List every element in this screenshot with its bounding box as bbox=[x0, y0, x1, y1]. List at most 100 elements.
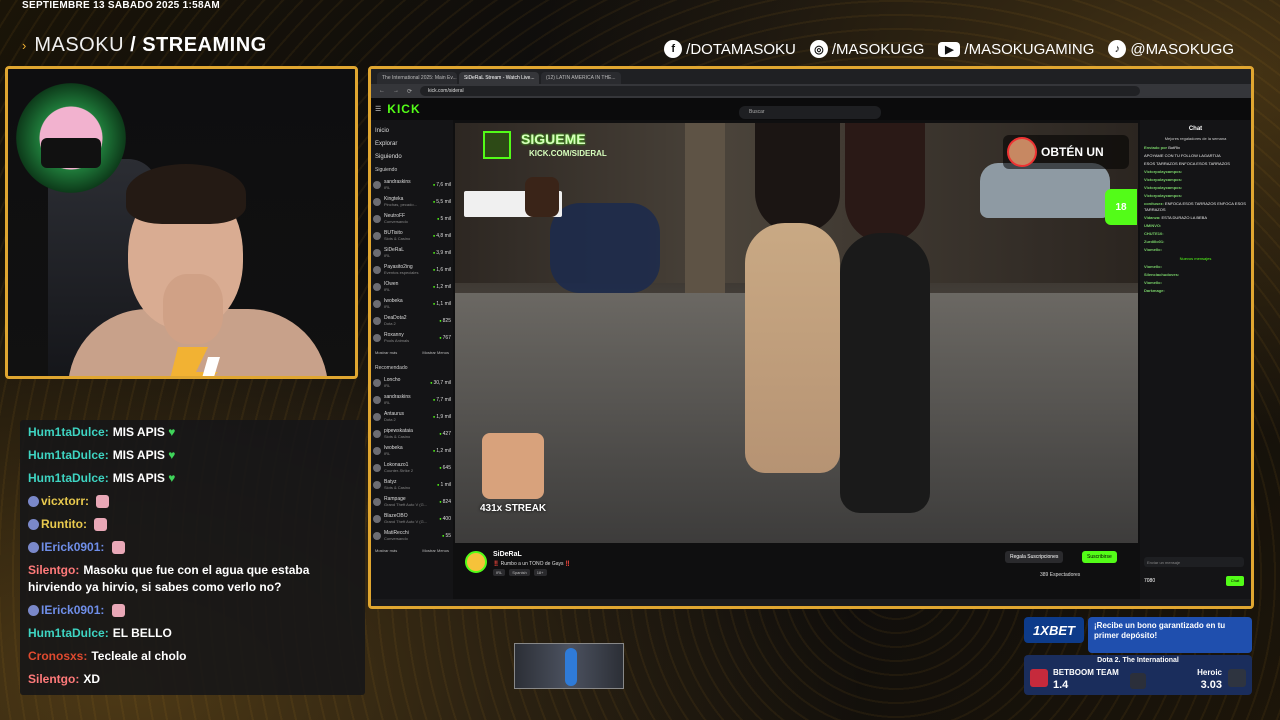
back-icon[interactable]: ← bbox=[379, 88, 385, 94]
obten-text: OBTÉN UN bbox=[1041, 145, 1104, 159]
sidebar-channel[interactable]: BUTisitoSlots & Casino4,8 mil bbox=[373, 227, 451, 244]
chat-send-button[interactable]: Chat bbox=[1226, 576, 1244, 586]
video-player[interactable]: SIGUEME KICK.COM/SIDERAL OBTÉN UN 18 431… bbox=[455, 123, 1138, 543]
address-bar[interactable]: kick.com/sideral bbox=[420, 86, 1141, 96]
bet-promo-text: ¡Recibe un bono garantizado en tu primer… bbox=[1088, 617, 1252, 653]
kick-chat-user[interactable]: Victorpolaycampos: bbox=[1144, 185, 1182, 190]
facebook-icon: f bbox=[664, 40, 683, 58]
sidebar-channel[interactable]: BatyzSlots & Casino1 mil bbox=[373, 476, 451, 493]
promo-figure bbox=[525, 177, 559, 217]
chat-username: Hum1taDulce: bbox=[28, 471, 109, 485]
team-b-name: Heroic bbox=[1197, 668, 1222, 677]
channel-avatar bbox=[373, 282, 381, 291]
viewer-count: 389 Espectadores bbox=[1040, 572, 1081, 578]
show-less-button[interactable]: Mostrar Menos bbox=[422, 350, 449, 355]
user-badge-icon bbox=[28, 519, 39, 531]
sidebar-channel[interactable]: pipewskataiaSlots & Casino427 bbox=[373, 425, 451, 442]
menu-icon[interactable]: ☰ bbox=[375, 105, 381, 113]
streamer-avatar[interactable] bbox=[465, 551, 487, 573]
new-messages-divider: Nuevos mensajes bbox=[1179, 256, 1212, 261]
chat-emote-icon bbox=[111, 541, 125, 555]
sidebar-channel[interactable]: RampageGrand Theft Auto V (G...824 bbox=[373, 493, 451, 510]
kick-chat-user[interactable]: CHUTE10: bbox=[1144, 231, 1164, 236]
chat-username: vicxtorr: bbox=[41, 494, 90, 508]
browser-tab-3[interactable]: (12) LATIN AMERICA IN THE... bbox=[541, 72, 621, 84]
kick-chat-line: conitusez: ENFOCA ESOS TARRAZOS ENFOCA E… bbox=[1144, 201, 1247, 213]
chat-username: Cronosxs: bbox=[28, 649, 88, 663]
kick-chat-user[interactable]: Darkmage: bbox=[1144, 288, 1165, 293]
tag-18[interactable]: 18+ bbox=[533, 569, 547, 576]
gift-subs-button[interactable]: Regala Suscripciones bbox=[1005, 551, 1064, 563]
channel-name-block: SiDeRaL IRL bbox=[384, 247, 431, 258]
channel-category: Conversando bbox=[384, 536, 408, 541]
recommended-show-less-button[interactable]: Mostrar Menos bbox=[422, 548, 449, 553]
kick-chat-user[interactable]: Silenciachudoves: bbox=[1144, 272, 1179, 277]
tag-spanish[interactable]: Spanish bbox=[509, 569, 530, 576]
streamer-name[interactable]: SiDeRaL bbox=[493, 551, 522, 558]
sidebar-channel[interactable]: RoxannyPools Animals767 bbox=[373, 329, 451, 346]
sidebar-channel[interactable]: SiDeRaLIRL3,9 mil bbox=[373, 244, 451, 261]
channel-avatar bbox=[373, 333, 381, 342]
sidebar-channel[interactable]: IwobekaIRL1,1 mil bbox=[373, 295, 451, 312]
kick-chat-user[interactable]: UMINVO: bbox=[1144, 223, 1161, 228]
stream-info-bar: SiDeRaL ‼️ Rumbo a un TONO de Gays ‼️ IR… bbox=[455, 545, 1138, 585]
kick-chat-user[interactable]: Viomello: bbox=[1144, 264, 1162, 269]
chat-username: Hum1taDulce: bbox=[28, 425, 109, 439]
chat-message: Hum1taDulce: MIS APIS ♥ bbox=[28, 424, 357, 441]
subscribe-button[interactable]: Suscribirse bbox=[1082, 551, 1117, 563]
channel-points[interactable]: 7080 bbox=[1144, 578, 1155, 584]
browser-tab-1[interactable]: The International 2025: Main Ev... bbox=[377, 72, 457, 84]
streamer-hair bbox=[126, 164, 246, 224]
sidebar-channel[interactable]: KingtekaPinchas, pecado...5,5 mil bbox=[373, 193, 451, 210]
sidebar-channel[interactable]: IOwenIRL1,2 mil bbox=[373, 278, 451, 295]
kick-chat-user[interactable]: Zurdillo01: bbox=[1144, 239, 1164, 244]
kick-chat-user[interactable]: Victorpolaycampos: bbox=[1144, 169, 1182, 174]
sidebar-channel[interactable]: MatiRecchiConversando55 bbox=[373, 527, 451, 544]
kick-chat-line: Victorpolaycampos: bbox=[1144, 193, 1247, 199]
channel-viewers: 1 mil bbox=[437, 482, 451, 488]
reload-icon[interactable]: ⟳ bbox=[407, 88, 412, 95]
channel-name-block: pipewskataia Slots & Casino bbox=[384, 428, 437, 439]
sidebar-channel[interactable]: sandraskinsIRL7,6 mil bbox=[373, 176, 451, 193]
show-more-button[interactable]: Mostrar más bbox=[375, 350, 397, 355]
kick-chat-user[interactable]: conitusez: bbox=[1144, 201, 1164, 206]
kick-logo[interactable]: KICK bbox=[387, 102, 420, 116]
sidebar-item-siguiendo[interactable]: Siguiendo bbox=[375, 154, 451, 160]
chat-emote-icon bbox=[94, 518, 108, 532]
kick-chat-user[interactable]: Viomello: bbox=[1144, 247, 1162, 252]
sidebar-channel[interactable]: Lokonazo1Counter-Strike 2645 bbox=[373, 459, 451, 476]
kick-chat-user[interactable]: Viomello: bbox=[1144, 280, 1162, 285]
channel-category: IRL bbox=[384, 287, 391, 292]
sidebar-item-explorar[interactable]: Explorar bbox=[375, 141, 451, 147]
tag-irl[interactable]: IRL bbox=[493, 569, 506, 576]
kick-chat-user[interactable]: Vidanza: bbox=[1144, 215, 1160, 220]
chat-text: Tecleale al cholo bbox=[91, 649, 187, 663]
kick-chat-msg: BotRix bbox=[1168, 145, 1181, 150]
sidebar-channel[interactable]: AntaurusDota 21,9 mil bbox=[373, 408, 451, 425]
sidebar-channel[interactable]: IwobekaIRL1,2 mil bbox=[373, 442, 451, 459]
sidebar-channel[interactable]: DeaDota2Dota 2825 bbox=[373, 312, 451, 329]
stream-overlay: SEPTIEMBRE 13 SABADO 2025 1:58AM › MASOK… bbox=[0, 0, 1280, 720]
sidebar-channel[interactable]: NeutroFFConversando5 mil bbox=[373, 210, 451, 227]
kick-chat-input[interactable]: Enviar un mensaje bbox=[1144, 557, 1244, 567]
channel-name-block: sandraskins IRL bbox=[384, 394, 431, 405]
sidebar-channel[interactable]: Payasito2ingEventos especiales1,6 mil bbox=[373, 261, 451, 278]
kick-chat-user[interactable]: Victorpolaycampos: bbox=[1144, 177, 1182, 182]
kick-chat-line: CHUTE10: bbox=[1144, 231, 1247, 237]
channel-avatar bbox=[373, 497, 381, 506]
channel-viewers: 30,7 mil bbox=[430, 380, 451, 386]
forward-icon[interactable]: → bbox=[393, 88, 399, 94]
kick-chat-user[interactable]: Victorpolaycampos: bbox=[1144, 193, 1182, 198]
follow-overlay-text: SIGUEME bbox=[521, 131, 586, 147]
browser-tab-2[interactable]: SiDeRaL Stream - Watch Live... bbox=[459, 72, 539, 84]
kick-chat-user[interactable]: Enviado por bbox=[1144, 145, 1167, 150]
channel-name-block: Loncho IRL bbox=[384, 377, 428, 388]
kick-search-input[interactable]: Buscar bbox=[739, 106, 881, 119]
sidebar-channel[interactable]: LonchoIRL30,7 mil bbox=[373, 374, 451, 391]
kick-k-icon bbox=[483, 131, 511, 159]
recommended-show-more-button[interactable]: Mostrar más bbox=[375, 548, 397, 553]
social-youtube: ▶ /MASOKUGAMING bbox=[938, 41, 1094, 58]
sidebar-item-inicio[interactable]: Inicio bbox=[375, 128, 451, 134]
sidebar-channel[interactable]: BlazeOBOGrand Theft Auto V (G...400 bbox=[373, 510, 451, 527]
sidebar-channel[interactable]: sandraskinsIRL7,7 mil bbox=[373, 391, 451, 408]
